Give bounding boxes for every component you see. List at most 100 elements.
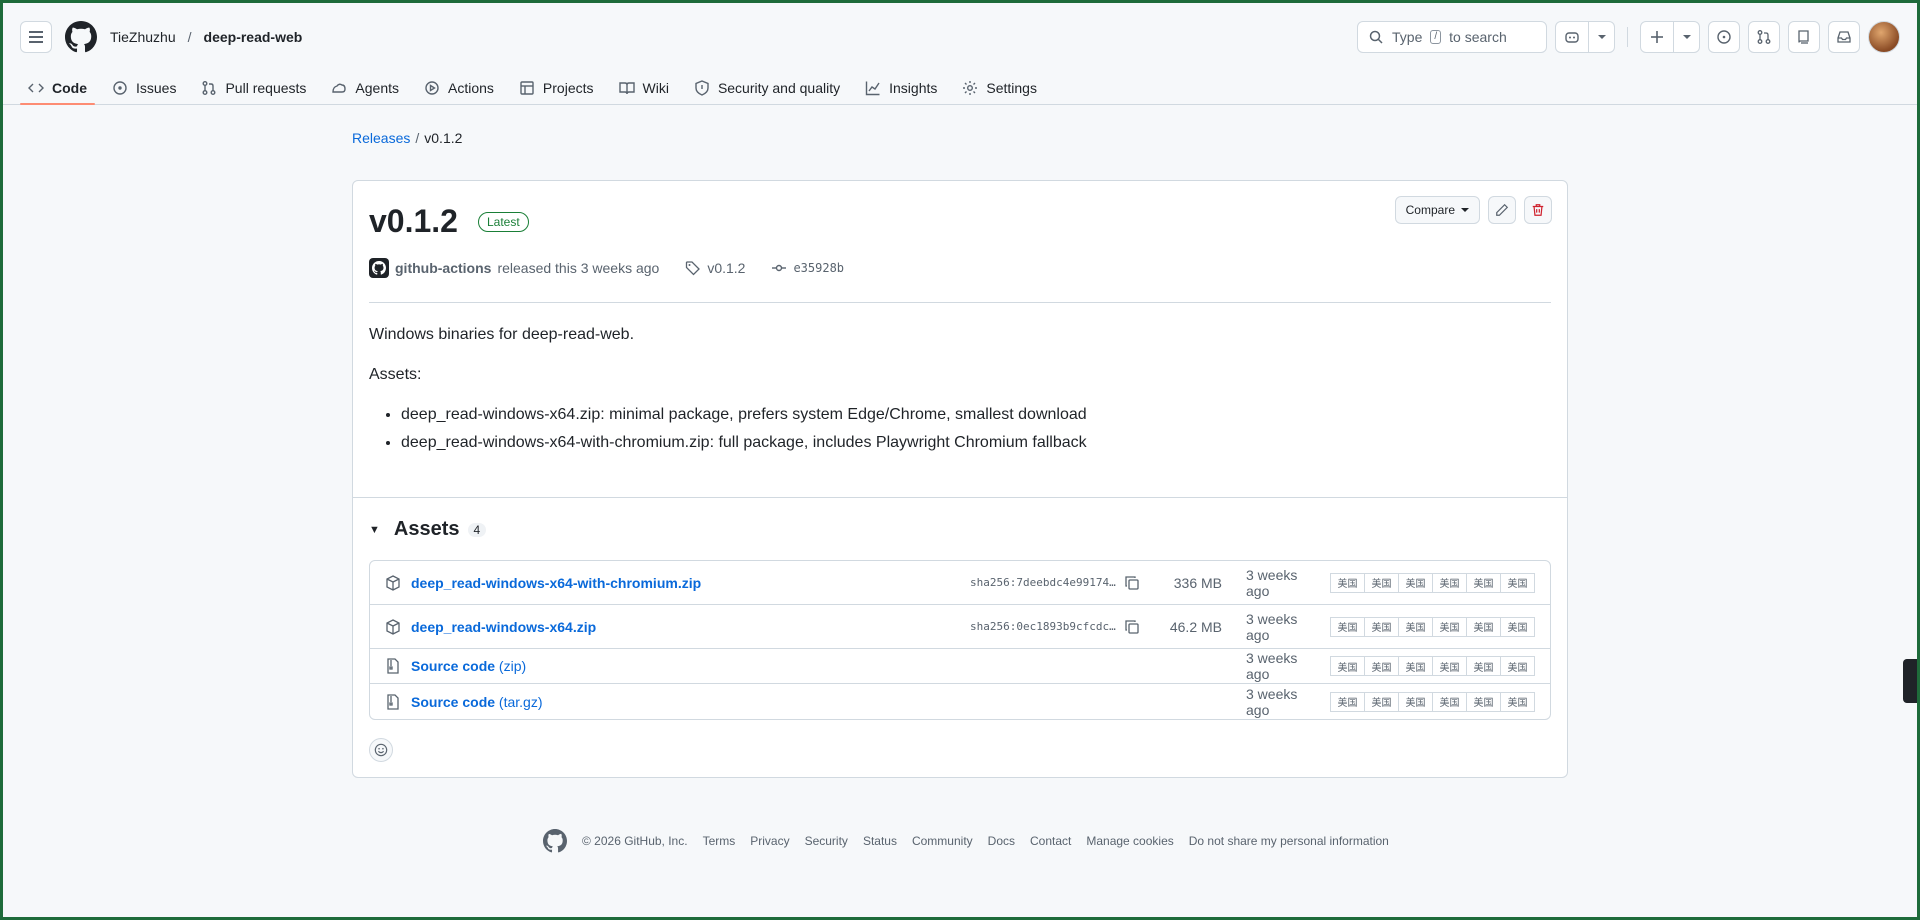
asset-download-link[interactable]: deep_read-windows-x64.zip	[411, 619, 596, 635]
mirror-button[interactable]: 美国	[1330, 656, 1365, 676]
copilot-split-button	[1555, 21, 1615, 53]
footer-link-community[interactable]: Community	[912, 834, 973, 848]
mirror-button[interactable]: 美国	[1500, 572, 1535, 593]
copy-icon[interactable]	[1124, 575, 1140, 591]
search-input[interactable]: Type / to search	[1357, 21, 1547, 53]
tab-issues[interactable]: Issues	[104, 71, 184, 104]
commit-link[interactable]: e35928b	[771, 260, 844, 276]
mirror-flags: 美国 美国 美国 美国 美国 美国	[1330, 656, 1535, 676]
footer-link-status[interactable]: Status	[863, 834, 897, 848]
tab-actions[interactable]: Actions	[416, 71, 502, 104]
releases-link[interactable]: Releases	[352, 130, 410, 146]
release-actions: Compare	[1394, 196, 1552, 224]
mirror-button[interactable]: 美国	[1398, 691, 1433, 712]
mirror-button[interactable]: 美国	[1500, 691, 1535, 712]
create-new-button[interactable]	[1640, 21, 1674, 53]
triangle-down-icon: ▼	[369, 523, 380, 536]
mirror-button[interactable]: 美国	[1330, 572, 1365, 593]
footer-link-privacy[interactable]: Privacy	[750, 834, 789, 848]
source-code-zip-link[interactable]: Source code (zip)	[411, 658, 526, 674]
chevron-down-icon	[1597, 35, 1606, 39]
footer-link-security[interactable]: Security	[805, 834, 848, 848]
mirror-button[interactable]: 美国	[1398, 656, 1433, 676]
search-prefix: Type	[1392, 29, 1423, 45]
add-reaction-button[interactable]	[369, 738, 393, 762]
mirror-button[interactable]: 美国	[1466, 616, 1501, 637]
menu-button[interactable]	[20, 21, 52, 53]
user-avatar[interactable]	[1868, 21, 1900, 53]
footer-link-docs[interactable]: Docs	[988, 834, 1015, 848]
mirror-button[interactable]: 美国	[1330, 616, 1365, 637]
copy-icon[interactable]	[1124, 619, 1140, 635]
footer-link-cookies[interactable]: Manage cookies	[1086, 834, 1173, 848]
issues-shortcut-button[interactable]	[1708, 21, 1740, 53]
mirror-button[interactable]: 美国	[1466, 572, 1501, 593]
tag-link[interactable]: v0.1.2	[685, 260, 745, 276]
mirror-button[interactable]: 美国	[1364, 616, 1399, 637]
mirror-button[interactable]: 美国	[1432, 656, 1467, 676]
inbox-button[interactable]	[1828, 21, 1860, 53]
github-logo-icon[interactable]	[543, 829, 567, 853]
tab-settings[interactable]: Settings	[954, 71, 1045, 104]
mirror-button[interactable]: 美国	[1432, 691, 1467, 712]
mirror-button[interactable]: 美国	[1398, 572, 1433, 593]
mirror-button[interactable]: 美国	[1500, 616, 1535, 637]
footer-link-do-not-share[interactable]: Do not share my personal information	[1189, 834, 1389, 848]
create-dropdown-button[interactable]	[1674, 21, 1700, 53]
asset-date: 3 weeks ago	[1246, 685, 1298, 718]
tab-label: Insights	[889, 79, 938, 96]
mirror-button[interactable]: 美国	[1432, 616, 1467, 637]
mirror-button[interactable]: 美国	[1398, 616, 1433, 637]
release-title[interactable]: v0.1.2	[369, 203, 458, 240]
github-actions-avatar[interactable]	[369, 258, 389, 278]
tab-projects[interactable]: Projects	[511, 71, 602, 104]
release-notes: Windows binaries for deep-read-web. Asse…	[353, 303, 1567, 479]
tab-label: Agents	[355, 79, 399, 96]
release-description: Windows binaries for deep-read-web.	[369, 326, 635, 343]
tab-pull-requests[interactable]: Pull requests	[193, 71, 314, 104]
plus-icon	[1651, 31, 1663, 43]
list-item: deep_read-windows-x64.zip: minimal packa…	[401, 403, 1551, 427]
repo-link[interactable]: deep-read-web	[204, 29, 303, 45]
asset-size: 46.2 MB	[1169, 618, 1222, 635]
mirror-button[interactable]: 美国	[1364, 572, 1399, 593]
side-panel-tab[interactable]	[1903, 659, 1917, 703]
owner-link[interactable]: TieZhuzhu	[110, 29, 176, 45]
mirror-button[interactable]: 美国	[1466, 691, 1501, 712]
github-logo-icon	[372, 261, 386, 275]
copilot-button[interactable]	[1555, 21, 1589, 53]
github-logo-icon[interactable]	[65, 21, 97, 53]
assets-toggle[interactable]: ▼ Assets 4	[369, 518, 1551, 541]
mirror-button[interactable]: 美国	[1432, 572, 1467, 593]
asset-download-link[interactable]: deep_read-windows-x64-with-chromium.zip	[411, 575, 701, 591]
pencil-icon	[1496, 203, 1509, 216]
search-suffix: to search	[1449, 29, 1507, 45]
compare-button[interactable]: Compare	[1394, 196, 1480, 224]
tab-security[interactable]: Security and quality	[686, 71, 848, 104]
tab-label: Settings	[986, 79, 1037, 96]
mirror-button[interactable]: 美国	[1364, 656, 1399, 676]
pull-request-icon	[202, 80, 216, 95]
copilot-dropdown-button[interactable]	[1589, 21, 1615, 53]
footer-link-contact[interactable]: Contact	[1030, 834, 1071, 848]
asset-row: deep_read-windows-x64-with-chromium.zip …	[370, 561, 1550, 605]
repositories-button[interactable]	[1788, 21, 1820, 53]
delete-button[interactable]	[1524, 196, 1552, 224]
tab-agents[interactable]: Agents	[323, 71, 407, 104]
footer-link-terms[interactable]: Terms	[703, 834, 736, 848]
tab-wiki[interactable]: Wiki	[611, 71, 677, 104]
mirror-button[interactable]: 美国	[1500, 656, 1535, 676]
pull-requests-shortcut-button[interactable]	[1748, 21, 1780, 53]
tab-code[interactable]: Code	[20, 71, 95, 105]
edit-button[interactable]	[1488, 196, 1516, 224]
author-link[interactable]: github-actions	[395, 260, 491, 276]
header-divider	[1627, 27, 1628, 47]
mirror-button[interactable]: 美国	[1364, 691, 1399, 712]
source-code-targz-link[interactable]: Source code (tar.gz)	[411, 694, 543, 710]
mirror-button[interactable]: 美国	[1466, 656, 1501, 676]
releases-breadcrumb: Releases / v0.1.2	[352, 130, 1568, 146]
mirror-button[interactable]: 美国	[1330, 691, 1365, 712]
tab-insights[interactable]: Insights	[857, 71, 945, 104]
asset-suffix: (zip)	[498, 658, 527, 674]
asset-row: deep_read-windows-x64.zip sha256:0ec1893…	[370, 605, 1550, 649]
